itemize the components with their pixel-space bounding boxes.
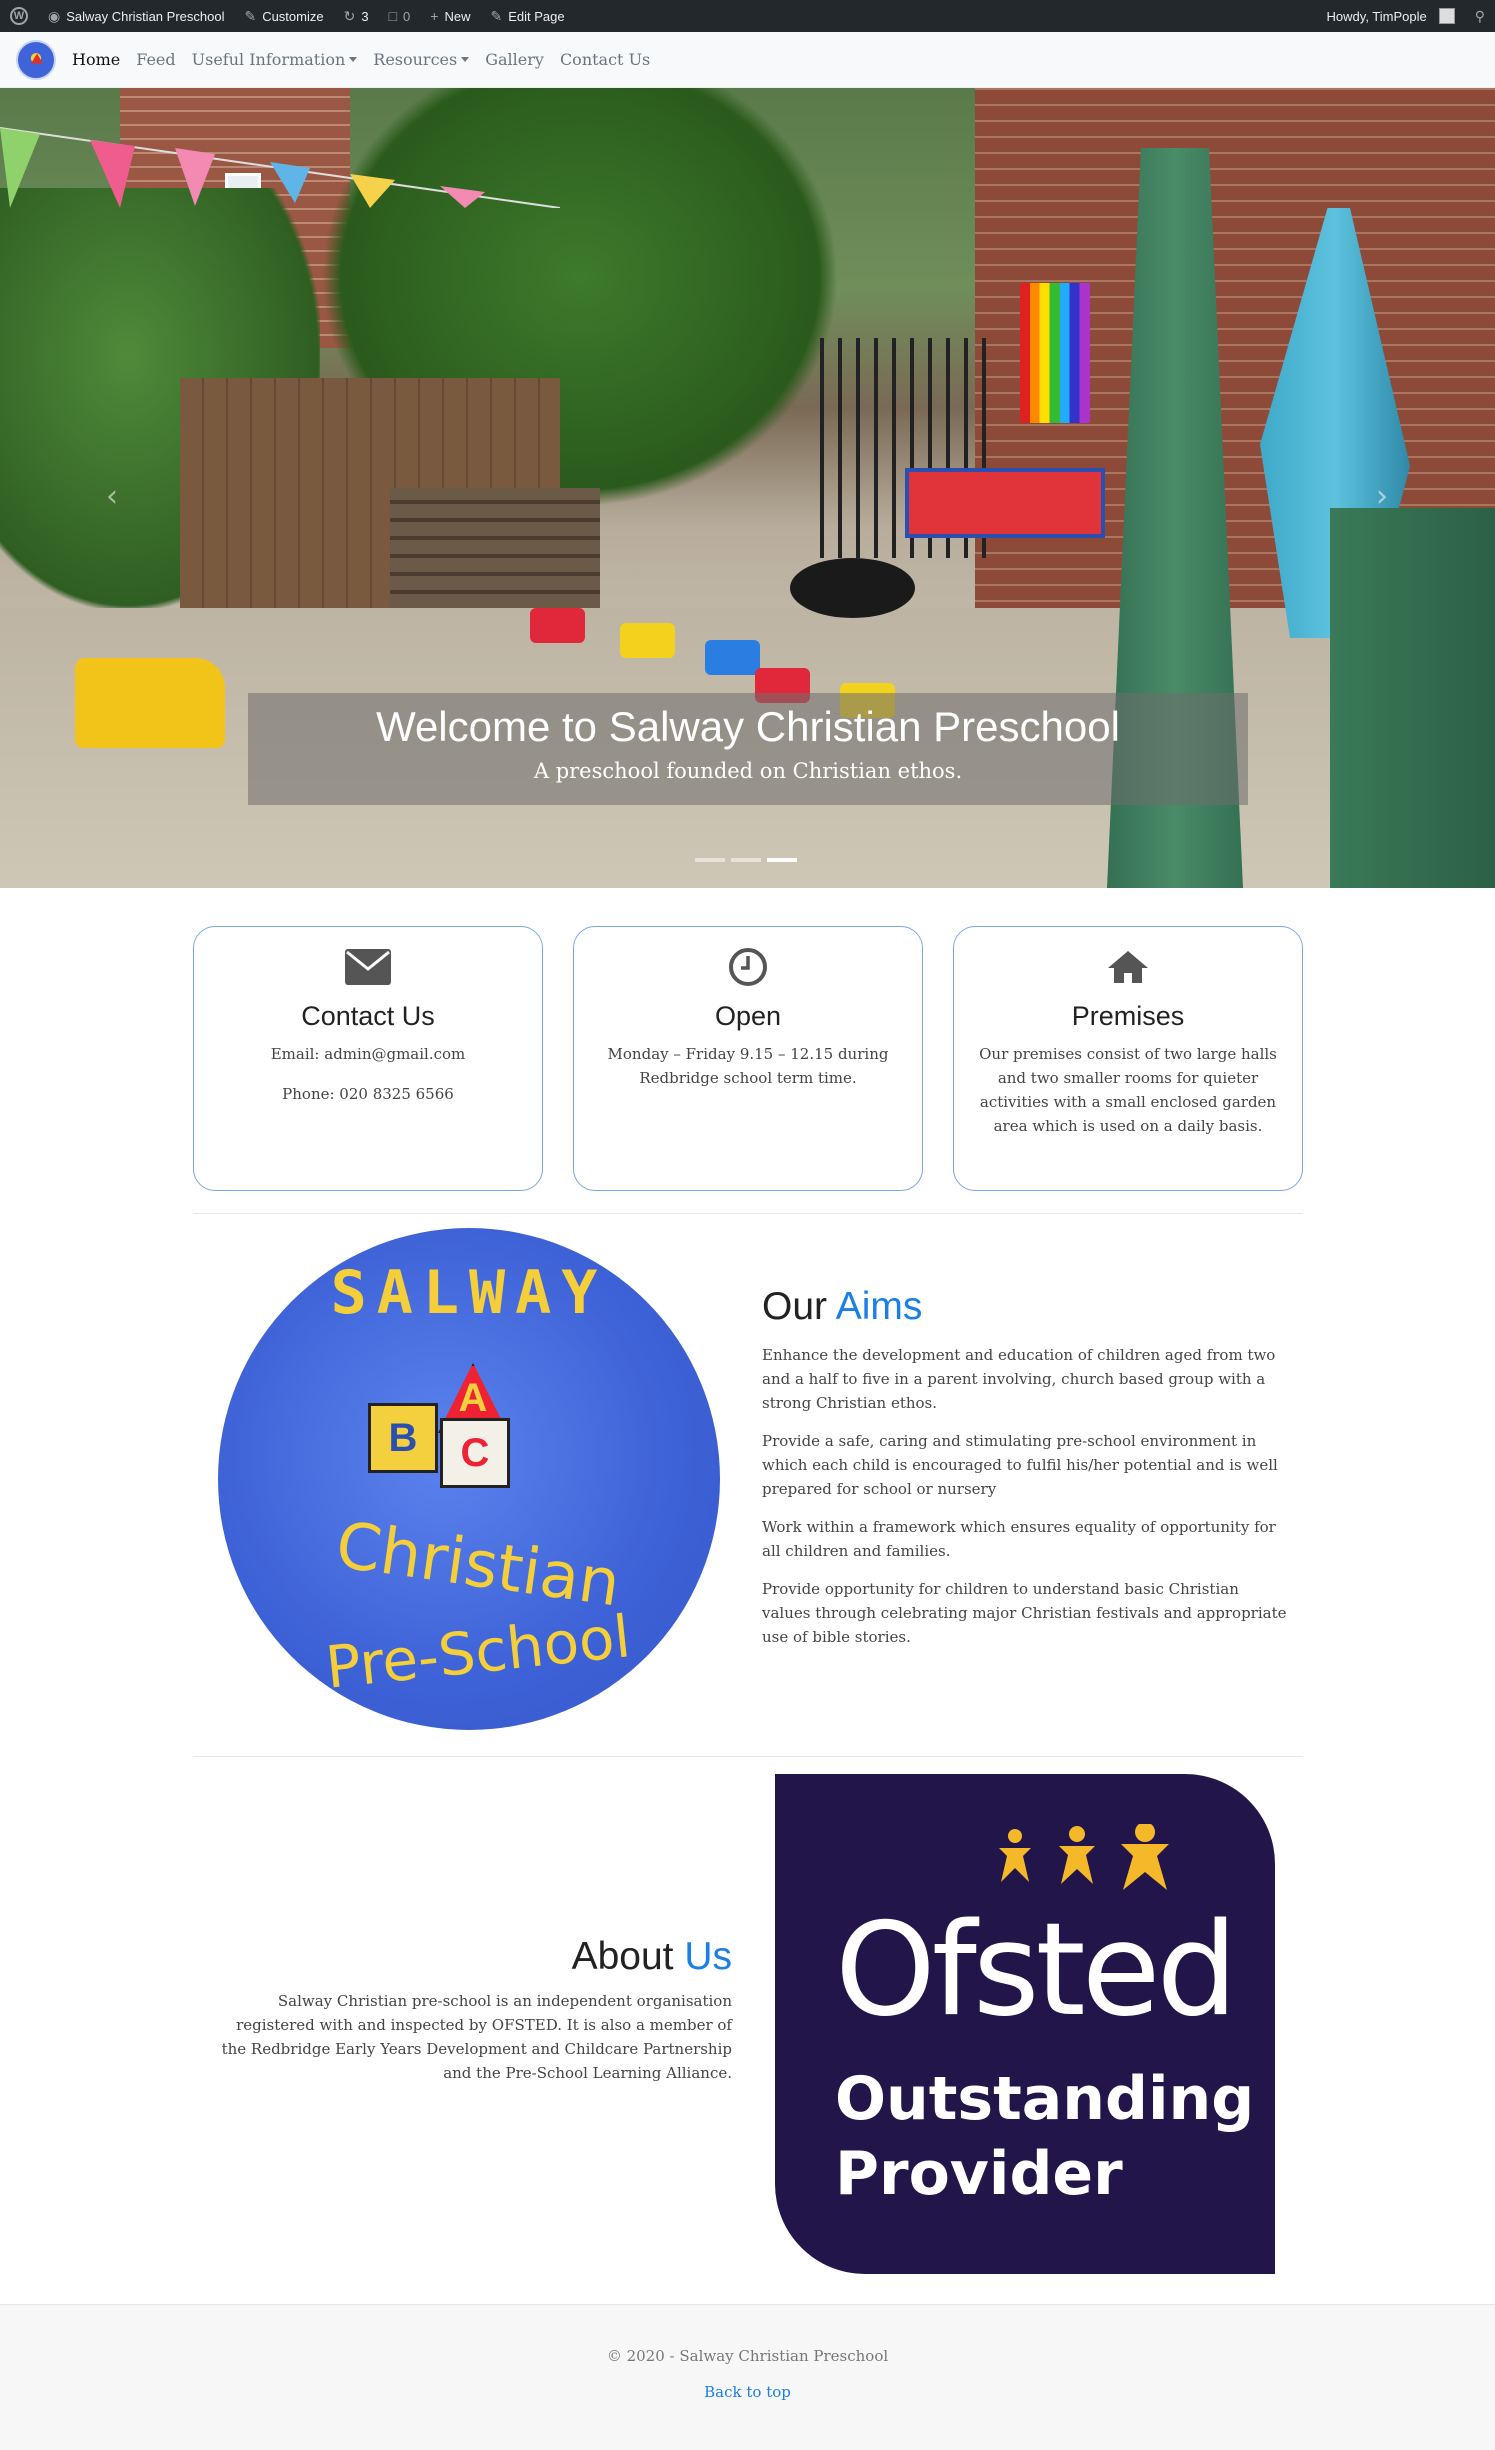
aims-paragraph: Provide a safe, caring and stimulating p…: [762, 1432, 1278, 1498]
home-icon: [954, 945, 1302, 989]
chevron-left-icon: ‹: [106, 478, 118, 514]
aims-paragraph: Work within a framework which ensures eq…: [762, 1518, 1276, 1560]
comments-link[interactable]: □ 0: [379, 0, 421, 32]
logo-block-b: B: [368, 1403, 438, 1473]
dashboard-icon: ◉: [48, 7, 61, 24]
carousel-indicator-1[interactable]: [695, 858, 725, 862]
chevron-down-icon: [461, 57, 470, 62]
carousel-indicator-2[interactable]: [731, 858, 761, 862]
paintbrush-icon: ✎: [244, 7, 257, 24]
updates-link[interactable]: ↻ 3: [334, 0, 379, 32]
nav-gallery[interactable]: Gallery: [477, 50, 552, 69]
updates-count: 3: [361, 8, 369, 24]
aims-paragraph: Enhance the development and education of…: [762, 1346, 1276, 1412]
aims-title-b: Aims: [835, 1285, 923, 1328]
site-name-label: Salway Christian Preschool: [66, 8, 225, 24]
about-title-a: About: [571, 1935, 674, 1978]
plus-icon: +: [430, 8, 439, 24]
wordpress-logo-icon: W: [10, 7, 28, 25]
aims-paragraph: Provide opportunity for children to unde…: [762, 1580, 1287, 1646]
edit-page-label: Edit Page: [508, 8, 565, 24]
nav-feed[interactable]: Feed: [128, 50, 183, 69]
section-divider: [193, 1756, 1303, 1757]
my-account-link[interactable]: Howdy, TimPople: [1317, 0, 1465, 32]
ofsted-word: Ofsted: [835, 1896, 1238, 2045]
contact-email: Email: admin@gmail.com: [270, 1045, 466, 1063]
wordpress-menu[interactable]: W: [0, 0, 38, 32]
nav-useful-information-label: Useful Information: [191, 50, 346, 69]
pencil-icon: ✎: [490, 7, 503, 24]
stars-icon: [999, 1824, 1169, 1890]
ofsted-line2: Provider: [835, 2139, 1123, 2209]
carousel-next-button[interactable]: ›: [1362, 476, 1402, 516]
section-divider: [193, 1213, 1303, 1214]
envelope-icon: [194, 945, 542, 989]
hero-title: Welcome to Salway Christian Preschool: [376, 703, 1120, 750]
preschool-logo: SALWAY A B C Christian Pre-School: [218, 1228, 720, 1730]
nav-home-label: Home: [72, 50, 121, 69]
premises-card: Premises Our premises consist of two lar…: [953, 926, 1303, 1191]
new-label: New: [444, 8, 471, 24]
footer: © 2020 - Salway Christian Preschool Back…: [0, 2304, 1495, 2450]
contact-card: Contact Us Email: admin@gmail.com Phone:…: [193, 926, 543, 1191]
nav-gallery-label: Gallery: [485, 50, 544, 69]
nav-resources-label: Resources: [373, 50, 458, 69]
contact-phone: Phone: 020 8325 6566: [282, 1085, 454, 1103]
site-name-link[interactable]: ◉ Salway Christian Preschool: [38, 0, 234, 32]
ofsted-badge: Ofsted Outstanding Provider: [775, 1774, 1275, 2274]
premises-card-title: Premises: [1071, 1001, 1185, 1031]
wp-admin-bar: W ◉ Salway Christian Preschool ✎ Customi…: [0, 0, 1495, 32]
aims-section: Our Aims Enhance the development and edu…: [762, 1285, 1292, 1649]
customize-link[interactable]: ✎ Customize: [234, 0, 333, 32]
carousel-indicators: [695, 858, 797, 862]
carousel-caption: Welcome to Salway Christian Preschool A …: [248, 693, 1248, 805]
nav-contact-us-label: Contact Us: [559, 50, 651, 69]
search-icon: ⚲: [1474, 7, 1485, 24]
updates-icon: ↻: [343, 7, 356, 24]
main-navbar: Home Feed Useful Information Resources G…: [0, 32, 1495, 88]
hero-subtitle: A preschool founded on Christian ethos.: [533, 759, 963, 783]
premises-description: Our premises consist of two large halls …: [979, 1045, 1277, 1135]
chevron-down-icon: [349, 57, 358, 62]
chevron-right-icon: ›: [1376, 478, 1388, 514]
carousel-indicator-3[interactable]: [767, 858, 797, 862]
clock-icon: [574, 945, 922, 989]
comment-icon: □: [388, 8, 398, 24]
aims-title: Our Aims: [762, 1285, 1292, 1329]
customize-label: Customize: [262, 8, 324, 24]
edit-page-link[interactable]: ✎ Edit Page: [480, 0, 574, 32]
logo-bottom-text: Pre-School: [322, 1602, 634, 1702]
new-content-link[interactable]: + New: [420, 0, 480, 32]
nav-resources[interactable]: Resources: [365, 50, 477, 69]
ofsted-line1: Outstanding: [835, 2064, 1255, 2134]
avatar: [1438, 8, 1455, 24]
about-text: Salway Christian pre-school is an indepe…: [221, 1992, 732, 2082]
aims-title-a: Our: [762, 1285, 828, 1328]
open-hours: Monday – Friday 9.15 – 12.15 during Redb…: [607, 1045, 889, 1087]
logo-block-c: C: [440, 1418, 510, 1488]
about-title-b: Us: [684, 1935, 732, 1978]
about-section: About Us Salway Christian pre-school is …: [220, 1935, 732, 2085]
about-title: About Us: [220, 1935, 732, 1979]
nav-feed-label: Feed: [136, 50, 176, 69]
carousel-prev-button[interactable]: ‹: [92, 476, 132, 516]
open-card-title: Open: [714, 1001, 782, 1031]
back-to-top-link[interactable]: Back to top: [704, 2383, 791, 2401]
info-cards: Contact Us Email: admin@gmail.com Phone:…: [193, 926, 1303, 1191]
open-card: Open Monday – Friday 9.15 – 12.15 during…: [573, 926, 923, 1191]
nav-home[interactable]: Home: [64, 50, 128, 69]
footer-copyright: © 2020 - Salway Christian Preschool: [606, 2347, 889, 2365]
hero-carousel: ‹ › Welcome to Salway Christian Preschoo…: [0, 88, 1495, 888]
nav-useful-information[interactable]: Useful Information: [184, 50, 366, 69]
admin-search-button[interactable]: ⚲: [1465, 0, 1495, 32]
logo-top-text: SALWAY: [330, 1258, 608, 1328]
nav-contact-us[interactable]: Contact Us: [552, 50, 658, 69]
contact-card-title: Contact Us: [301, 1001, 435, 1031]
brand-logo[interactable]: [16, 39, 56, 80]
howdy-label: Howdy, TimPople: [1326, 8, 1427, 24]
comments-count: 0: [403, 8, 411, 24]
